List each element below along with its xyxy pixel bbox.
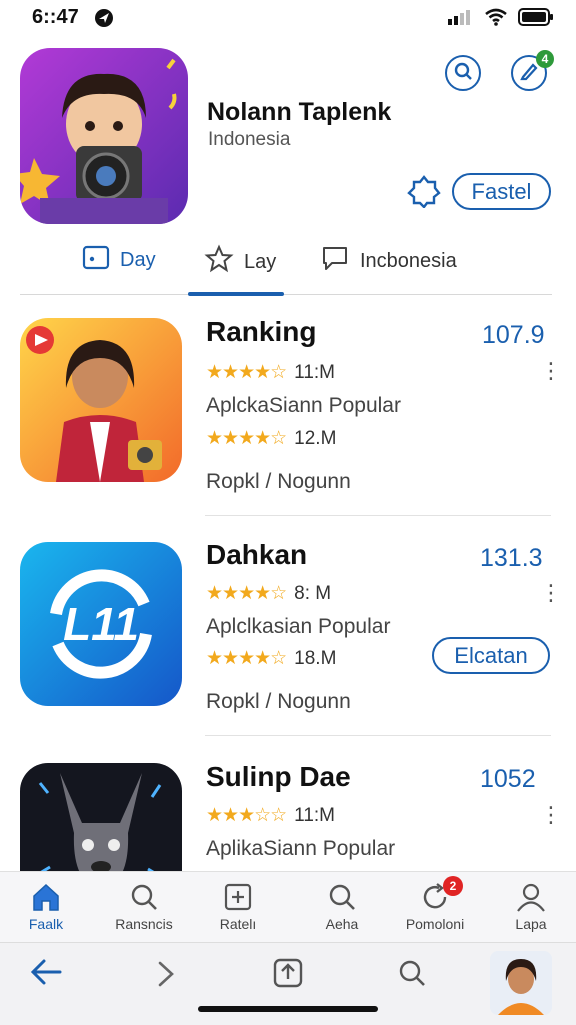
nav-label: Ransncis (115, 916, 173, 932)
app-logo-text: L11 (63, 598, 139, 650)
app-icon-dahkan[interactable]: L11 (20, 542, 182, 706)
app-category: AplikaSiann Popular (206, 837, 396, 860)
search-icon (94, 882, 194, 912)
nav-item-search[interactable]: Ransncis (94, 882, 194, 932)
app-score: 107.9 (482, 321, 545, 349)
person-icon (481, 882, 576, 912)
tab-incbonesia[interactable]: Incbonesia (320, 244, 457, 278)
rating-count: 8: M (294, 582, 332, 604)
more-options-icon[interactable]: ⋮ (540, 360, 562, 382)
battery-icon (518, 8, 554, 31)
bottom-nav: Faalk Ransncis Ratelı Aeha Pomoloni 2 La… (0, 871, 576, 942)
rating-stars: ★★★★☆ (206, 362, 287, 383)
nav-label: Faalk (28, 916, 64, 932)
app-footer: Ropkl / Nogunn (206, 690, 351, 713)
nav-label: Lapa (515, 916, 547, 932)
rating-count: 18.M (294, 647, 337, 669)
search-icon (292, 882, 392, 912)
nav-label: Aeha (325, 916, 359, 932)
tab-day[interactable]: Day (82, 244, 156, 276)
app-category: Aplclkasian Popular (206, 615, 391, 638)
page-subtitle: Indonesia (208, 129, 291, 150)
nav-item-home[interactable]: Faalk (0, 882, 96, 932)
wifi-icon (484, 8, 508, 31)
app-name[interactable]: Sulinp Dae (206, 761, 351, 793)
app-name[interactable]: Dahkan (206, 539, 307, 571)
app-rating-secondary: ★★★★☆ 18.M (206, 647, 336, 670)
home-indicator (198, 1006, 378, 1012)
navigation-arrow-icon (94, 8, 114, 33)
app-rating: ★★★★☆ 8: M (206, 582, 331, 605)
divider (205, 515, 551, 516)
nav-label: Ratelı (219, 916, 257, 932)
tab-active-indicator (188, 292, 284, 296)
app-category: AplckaSiann Popular (206, 394, 401, 417)
app-icon-ranking[interactable] (20, 318, 182, 482)
avatar[interactable] (490, 951, 552, 1015)
more-options-icon[interactable]: ⋮ (540, 804, 562, 826)
app-score: 1052 (480, 765, 536, 793)
forward-arrow-icon[interactable] (152, 958, 180, 995)
pen-icon (519, 61, 539, 86)
chat-bubble-icon (320, 244, 350, 278)
featured-app-icon[interactable] (20, 48, 188, 224)
status-time: 6::47 (32, 6, 79, 28)
app-score: 131.3 (480, 544, 543, 572)
nav-label: Pomoloni (405, 916, 465, 932)
tab-incbonesia-label: Incbonesia (360, 249, 457, 272)
divider (205, 735, 551, 736)
nav-item-pomoloni[interactable]: Pomoloni 2 (385, 876, 485, 932)
tab-lay-label: Lay (244, 250, 277, 273)
page-title: Nolann Taplenk (207, 98, 392, 126)
nav-item-aeha[interactable]: Aeha (292, 882, 392, 932)
rating-stars: ★★★★☆ (206, 428, 287, 449)
search-button[interactable] (445, 55, 481, 91)
nav-item-rateli[interactable]: Ratelı (188, 882, 288, 932)
tab-lay[interactable]: Lay (204, 244, 276, 280)
search-icon[interactable] (396, 957, 428, 994)
search-icon (453, 61, 473, 86)
star-outline-icon (204, 244, 234, 280)
rating-stars: ★★★★☆ (206, 583, 287, 604)
app-rating: ★★★☆☆ 11:M (206, 804, 335, 827)
signal-icon (448, 9, 474, 30)
notification-badge: 2 (443, 876, 463, 896)
calendar-icon (82, 244, 110, 276)
badge-star-icon[interactable] (407, 174, 441, 213)
app-rating-secondary: ★★★★☆ 12.M (206, 427, 336, 450)
tab-day-label: Day (120, 248, 156, 271)
fastel-button[interactable]: Fastel (452, 173, 551, 210)
rating-count: 11:M (294, 361, 336, 383)
add-box-icon (188, 882, 288, 912)
app-rating: ★★★★☆ 11:M (206, 361, 335, 384)
app-footer: Ropkl / Nogunn (206, 470, 351, 493)
refresh-icon (385, 882, 485, 912)
edit-badge: 4 (536, 50, 554, 68)
app-name[interactable]: Ranking (206, 316, 316, 348)
rating-stars: ★★★★☆ (206, 648, 287, 669)
rating-count: 12.M (294, 427, 337, 449)
nav-item-lapa[interactable]: Lapa (481, 882, 576, 932)
back-arrow-icon[interactable] (28, 956, 64, 993)
rating-count: 11:M (294, 804, 336, 826)
rating-stars: ★★★☆☆ (206, 805, 287, 826)
home-icon (0, 882, 96, 912)
more-options-icon[interactable]: ⋮ (540, 582, 562, 604)
elcatan-button[interactable]: Elcatan (432, 637, 550, 674)
share-icon[interactable] (272, 955, 304, 994)
status-indicators (448, 8, 554, 31)
tab-bar: Day Lay Incbonesia (20, 238, 552, 296)
